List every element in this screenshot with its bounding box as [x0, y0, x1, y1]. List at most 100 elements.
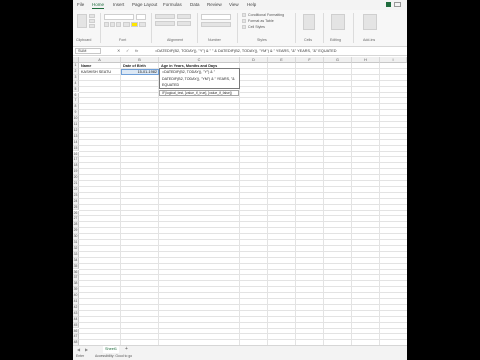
bold-button[interactable]	[104, 22, 109, 27]
insert-function-icon[interactable]: fx	[135, 48, 138, 53]
scroll-right-icon[interactable]: ▶	[85, 347, 88, 352]
cell-a1[interactable]: Name	[81, 64, 91, 68]
column-header-i[interactable]: I	[380, 57, 407, 63]
column-header-d[interactable]: D	[240, 57, 268, 63]
vertical-align-buttons[interactable]	[155, 14, 175, 19]
row-gridline	[79, 262, 407, 264]
column-gridline	[158, 63, 159, 348]
tab-home[interactable]: Home	[92, 2, 105, 9]
accessibility-status[interactable]: Accessibility: Good to go	[95, 354, 132, 358]
wrap-text-button[interactable]	[177, 14, 191, 19]
row-gridline	[79, 203, 407, 205]
conditional-formatting-button[interactable]: Conditional Formatting	[248, 13, 284, 17]
column-header-g[interactable]: G	[324, 57, 352, 63]
row-gridline	[79, 209, 407, 211]
group-label-styles: Styles	[257, 38, 267, 42]
format-painter-button[interactable]	[89, 24, 95, 28]
paste-button[interactable]	[77, 14, 87, 28]
cell-b1[interactable]: Date of Birth	[123, 64, 146, 68]
add-ins-button[interactable]	[363, 14, 377, 30]
group-label-alignment: Alignment	[167, 38, 183, 42]
ribbon: Clipboard Font Alignment Number Conditio…	[73, 10, 407, 47]
comment-icon[interactable]	[394, 2, 401, 7]
column-header-c[interactable]: C	[159, 57, 240, 63]
row-gridline	[79, 339, 407, 341]
column-header-a[interactable]: A	[79, 57, 121, 63]
editor-line-1: =DATEDIF(B2, TODAY(), "Y") & "	[162, 70, 215, 74]
number-format-buttons[interactable]	[201, 22, 231, 27]
row-gridline	[79, 239, 407, 240]
row-gridline	[79, 315, 407, 317]
row-gridline	[79, 333, 407, 335]
group-label-clipboard: Clipboard	[76, 38, 92, 42]
tab-view[interactable]: View	[229, 2, 239, 7]
column-header-h[interactable]: H	[352, 57, 380, 63]
group-label-font: Font	[119, 38, 127, 42]
group-label-number: Number	[208, 38, 221, 42]
tab-help[interactable]: Help	[247, 2, 256, 7]
share-icon[interactable]	[386, 2, 391, 7]
merge-center-button[interactable]	[177, 21, 191, 26]
scroll-left-icon[interactable]: ◀	[77, 347, 80, 352]
underline-button[interactable]	[116, 22, 121, 27]
cut-button[interactable]	[89, 14, 95, 18]
row-gridline	[79, 109, 407, 111]
group-label-cells: Cells	[304, 38, 312, 42]
cell-b2[interactable]: 15-01-1982	[123, 70, 157, 74]
horizontal-align-buttons[interactable]	[155, 21, 175, 26]
tab-insert[interactable]: Insert	[113, 2, 124, 7]
row-gridline	[79, 250, 407, 252]
formula-input[interactable]: =DATEDIF(B2, TODAY(), "Y") & " " & DATED…	[155, 49, 336, 53]
row-gridline	[79, 215, 407, 217]
italic-button[interactable]	[110, 22, 115, 27]
font-color-button[interactable]	[139, 22, 146, 27]
font-family-select[interactable]	[104, 14, 134, 20]
column-gridline	[351, 63, 352, 348]
formula-bar: SUM ✕ ✓ fx =DATEDIF(B2, TODAY(), "Y") & …	[73, 47, 407, 56]
font-size-select[interactable]	[136, 14, 146, 20]
row-gridline	[79, 115, 407, 117]
cell-a2[interactable]: KASHISH SEATU	[81, 70, 111, 74]
number-format-select[interactable]	[201, 14, 231, 20]
row-gridline	[79, 121, 407, 122]
column-gridline	[379, 63, 380, 348]
tab-page-layout[interactable]: Page Layout	[132, 2, 157, 7]
column-header-e[interactable]: E	[268, 57, 296, 63]
cell-styles-button[interactable]: Cell Styles	[248, 25, 265, 29]
column-gridline	[295, 63, 296, 348]
row-gridline	[79, 292, 407, 294]
ribbon-separator	[237, 13, 238, 43]
tab-data[interactable]: Data	[190, 2, 200, 7]
tab-file[interactable]: File	[77, 2, 84, 7]
enter-icon[interactable]: ✓	[126, 48, 129, 53]
ribbon-separator	[151, 13, 152, 43]
row-gridline	[79, 244, 407, 246]
cancel-icon[interactable]: ✕	[117, 48, 120, 53]
row-gridline	[79, 150, 407, 152]
ribbon-tabs: File Home Insert Page Layout Formulas Da…	[73, 0, 407, 10]
ribbon-separator	[197, 13, 198, 43]
add-sheet-button[interactable]: +	[125, 346, 128, 352]
row-gridline	[79, 233, 407, 235]
row-gridline	[79, 274, 407, 276]
format-as-table-button[interactable]: Format as Table	[248, 19, 274, 23]
row-gridline	[79, 280, 407, 282]
row-gridline	[79, 185, 407, 187]
editor-line-3: EQUATED	[162, 83, 180, 87]
cells-button[interactable]	[303, 14, 315, 30]
row-gridline	[79, 298, 407, 299]
conditional-formatting-icon	[242, 13, 246, 17]
column-header-b[interactable]: B	[121, 57, 159, 63]
name-box[interactable]: SUM	[75, 48, 101, 54]
fill-color-button[interactable]	[131, 22, 138, 27]
row-gridline	[79, 132, 407, 134]
tab-review[interactable]: Review	[207, 2, 222, 7]
cell-c2-editor[interactable]: =DATEDIF(B2, TODAY(), "Y") & " DATEDIF(B…	[159, 68, 240, 89]
copy-button[interactable]	[89, 19, 95, 23]
borders-button[interactable]	[123, 22, 130, 27]
editing-button[interactable]	[331, 14, 345, 30]
column-header-f[interactable]: F	[296, 57, 324, 63]
tab-formulas[interactable]: Formulas	[163, 2, 182, 7]
worksheet-grid[interactable]: A B C D E F G H I 1 2 3 4 5 6 7 8 9 10 11 12 13 14 15 1…	[73, 57, 407, 348]
row-gridline	[79, 126, 407, 128]
